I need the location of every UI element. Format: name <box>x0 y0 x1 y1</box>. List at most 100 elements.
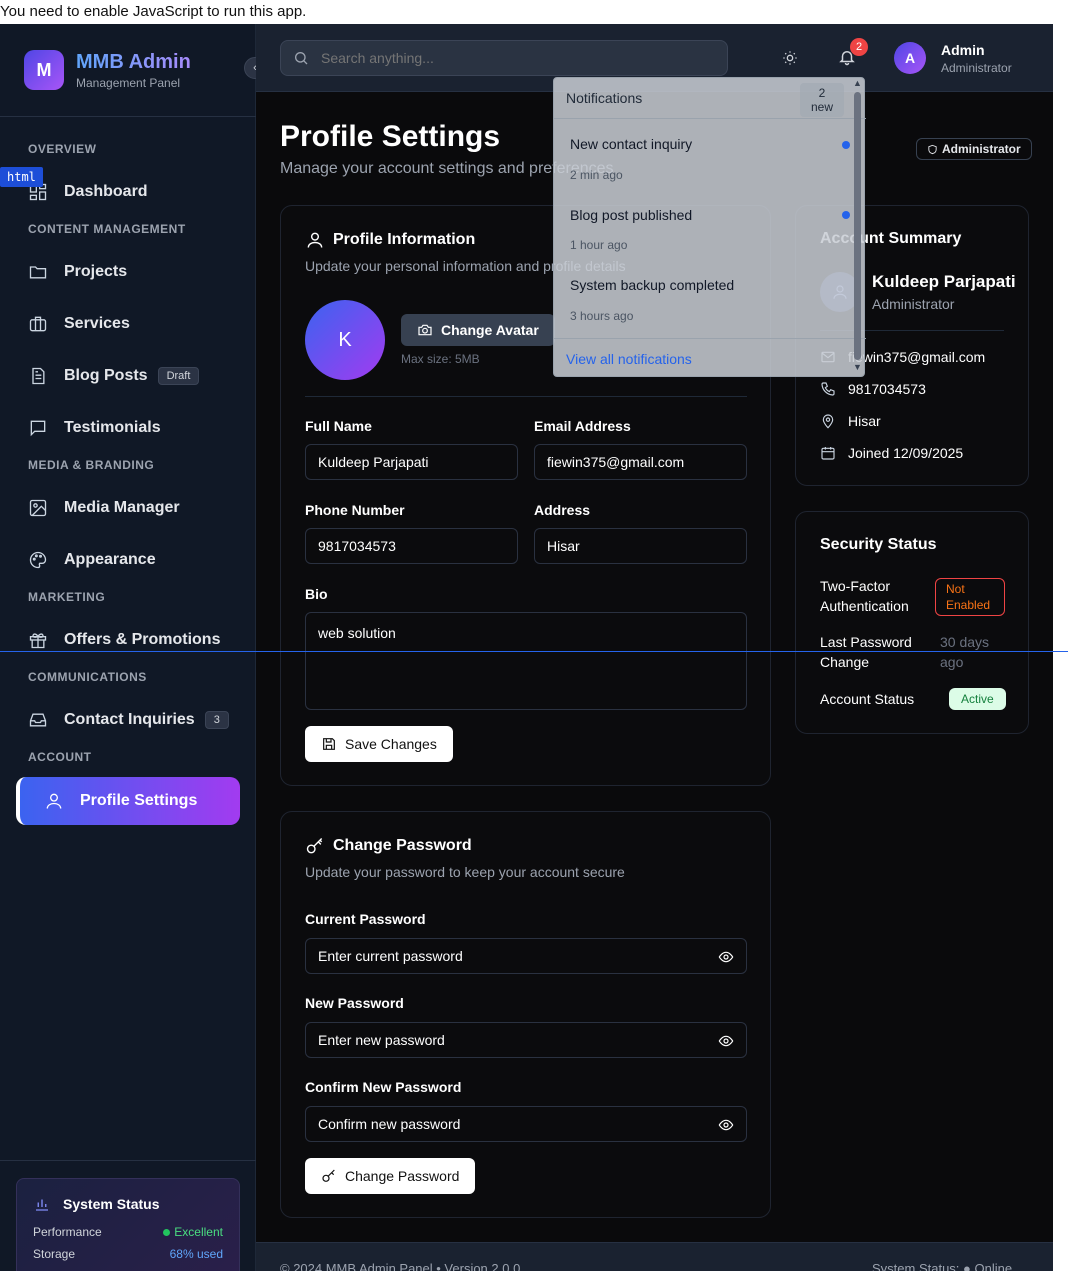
performance-value: Excellent <box>174 1225 223 1239</box>
view-all-notifications-link[interactable]: View all notifications <box>566 351 692 367</box>
section-marketing: MARKETING <box>28 590 106 604</box>
notifications-title: Notifications <box>566 90 643 106</box>
notification-item-time: 1 hour ago <box>570 238 628 252</box>
key-icon <box>322 1169 335 1182</box>
two-factor-label: Two-Factor Authentication <box>820 578 909 614</box>
sidebar-item-projects[interactable]: Projects <box>28 262 127 282</box>
full-name-field[interactable]: Kuldeep Parjapati <box>305 444 518 480</box>
section-content-management: CONTENT MANAGEMENT <box>28 222 186 236</box>
eye-icon[interactable] <box>718 1117 734 1133</box>
bar-chart-icon <box>36 1199 48 1211</box>
address-field[interactable]: Hisar <box>534 528 747 564</box>
search-input[interactable] <box>321 50 701 66</box>
profile-avatar: K <box>305 300 385 380</box>
phone-label: Phone Number <box>305 502 405 518</box>
sidebar-item-label: Projects <box>64 263 128 280</box>
notification-item-time: 2 min ago <box>570 168 623 182</box>
user-role: Administrator <box>941 61 1012 75</box>
sidebar-item-profile-settings[interactable]: Profile Settings <box>16 777 240 825</box>
map-pin-icon <box>822 414 834 429</box>
sidebar-item-media-manager[interactable]: Media Manager <box>28 498 180 518</box>
sidebar-item-contact-inquiries[interactable]: Contact Inquiries 3 <box>28 710 229 730</box>
brand-subtitle: Management Panel <box>76 75 181 90</box>
avatar[interactable]: A <box>894 42 926 74</box>
phone-icon <box>821 382 835 396</box>
palette-icon <box>29 551 47 569</box>
last-password-change-value: 30 days ago <box>940 634 990 670</box>
sidebar-item-label: Blog Posts <box>64 367 148 384</box>
search-box[interactable] <box>280 40 728 76</box>
notification-item-title[interactable]: System backup completed <box>570 277 734 293</box>
system-status-title: System Status <box>63 1196 160 1212</box>
brand-title: MMB Admin <box>76 50 191 73</box>
summary-name: Kuldeep Parjapati <box>872 272 1016 291</box>
unread-dot-icon <box>842 141 850 149</box>
sidebar-item-services[interactable]: Services <box>28 314 130 334</box>
devtools-element-tag: html <box>0 167 43 187</box>
email-label: Email Address <box>534 418 631 434</box>
section-media-branding: MEDIA & BRANDING <box>28 458 155 472</box>
eye-icon[interactable] <box>718 949 734 965</box>
confirm-password-label: Confirm New Password <box>305 1079 462 1095</box>
change-password-button[interactable]: Change Password <box>305 1158 476 1194</box>
gift-icon <box>29 633 47 649</box>
user-name: Admin <box>941 42 985 58</box>
dropdown-divider <box>554 338 866 339</box>
avatar-max-size: Max size: 5MB <box>401 352 480 366</box>
inquiries-count-badge: 3 <box>204 711 229 729</box>
page-title: Profile Settings <box>280 120 501 153</box>
current-password-label: Current Password <box>305 911 426 927</box>
change-avatar-button[interactable]: Change Avatar <box>401 314 555 346</box>
sidebar-item-testimonials[interactable]: Testimonials <box>28 418 161 438</box>
sidebar: M MMB Admin Management Panel ‹ OVERVIEW … <box>0 24 266 1271</box>
summary-role: Administrator <box>872 296 955 312</box>
card-title: Change Password <box>333 837 472 854</box>
footer-system-status: System Status: ● Online <box>872 1261 1013 1271</box>
scroll-up-icon[interactable]: ▲ <box>853 78 862 88</box>
notification-item-title[interactable]: New contact inquiry <box>570 136 692 152</box>
security-status-card: Security Status Two-Factor Authenticatio… <box>795 511 1029 734</box>
summary-location: Hisar <box>820 413 881 429</box>
performance-label: Performance <box>33 1225 102 1239</box>
current-password-field[interactable]: Enter current password <box>305 938 747 974</box>
folder-icon <box>29 266 47 279</box>
sidebar-item-label: Testimonials <box>64 419 161 436</box>
sidebar-item-appearance[interactable]: Appearance <box>28 550 156 570</box>
save-changes-button[interactable]: Save Changes <box>305 726 453 762</box>
footer-copyright: © 2024 MMB Admin Panel • Version 2.0.0 <box>280 1261 521 1271</box>
theme-toggle-sun-icon[interactable] <box>782 50 798 66</box>
user-menu[interactable]: Admin Administrator <box>941 42 1012 75</box>
sidebar-divider <box>0 116 256 117</box>
user-icon <box>46 793 62 809</box>
shield-icon <box>928 144 937 154</box>
user-icon <box>307 232 323 248</box>
storage-label: Storage <box>33 1247 76 1261</box>
calendar-icon <box>821 447 835 460</box>
new-password-field[interactable]: Enter new password <box>305 1022 747 1058</box>
card-title: Security Status <box>820 536 937 553</box>
scrollbar-thumb[interactable] <box>854 92 861 360</box>
notification-item-title[interactable]: Blog post published <box>570 207 692 223</box>
noscript-message: You need to enable JavaScript to run thi… <box>0 3 307 20</box>
scroll-down-icon[interactable]: ▼ <box>853 362 862 372</box>
sidebar-item-label: Contact Inquiries <box>64 711 195 728</box>
two-factor-status-badge: Not Enabled <box>935 578 1005 616</box>
last-password-change-label: Last Password Change <box>820 634 912 670</box>
bio-textarea[interactable]: web solution <box>305 612 747 710</box>
status-dot-icon <box>163 1229 171 1236</box>
sidebar-item-offers-promotions[interactable]: Offers & Promotions <box>28 630 220 650</box>
full-name-label: Full Name <box>305 418 372 434</box>
notification-item-time: 3 hours ago <box>570 309 634 323</box>
eye-icon[interactable] <box>718 1033 734 1049</box>
sidebar-item-label: Media Manager <box>64 499 180 516</box>
app-root: M MMB Admin Management Panel ‹ OVERVIEW … <box>0 24 1053 1271</box>
email-field[interactable]: fiewin375@gmail.com <box>534 444 747 480</box>
sidebar-item-label: Profile Settings <box>80 792 198 809</box>
sidebar-item-blog-posts[interactable]: Blog Posts Draft <box>28 366 200 386</box>
sidebar-item-dashboard[interactable]: Dashboard <box>28 182 148 202</box>
confirm-password-field[interactable]: Confirm new password <box>305 1106 747 1142</box>
brand[interactable]: M MMB Admin Management Panel <box>24 50 191 90</box>
new-notifications-badge: 2 new <box>800 83 844 117</box>
phone-field[interactable]: 9817034573 <box>305 528 518 564</box>
sidebar-bottom-divider <box>0 1160 256 1161</box>
